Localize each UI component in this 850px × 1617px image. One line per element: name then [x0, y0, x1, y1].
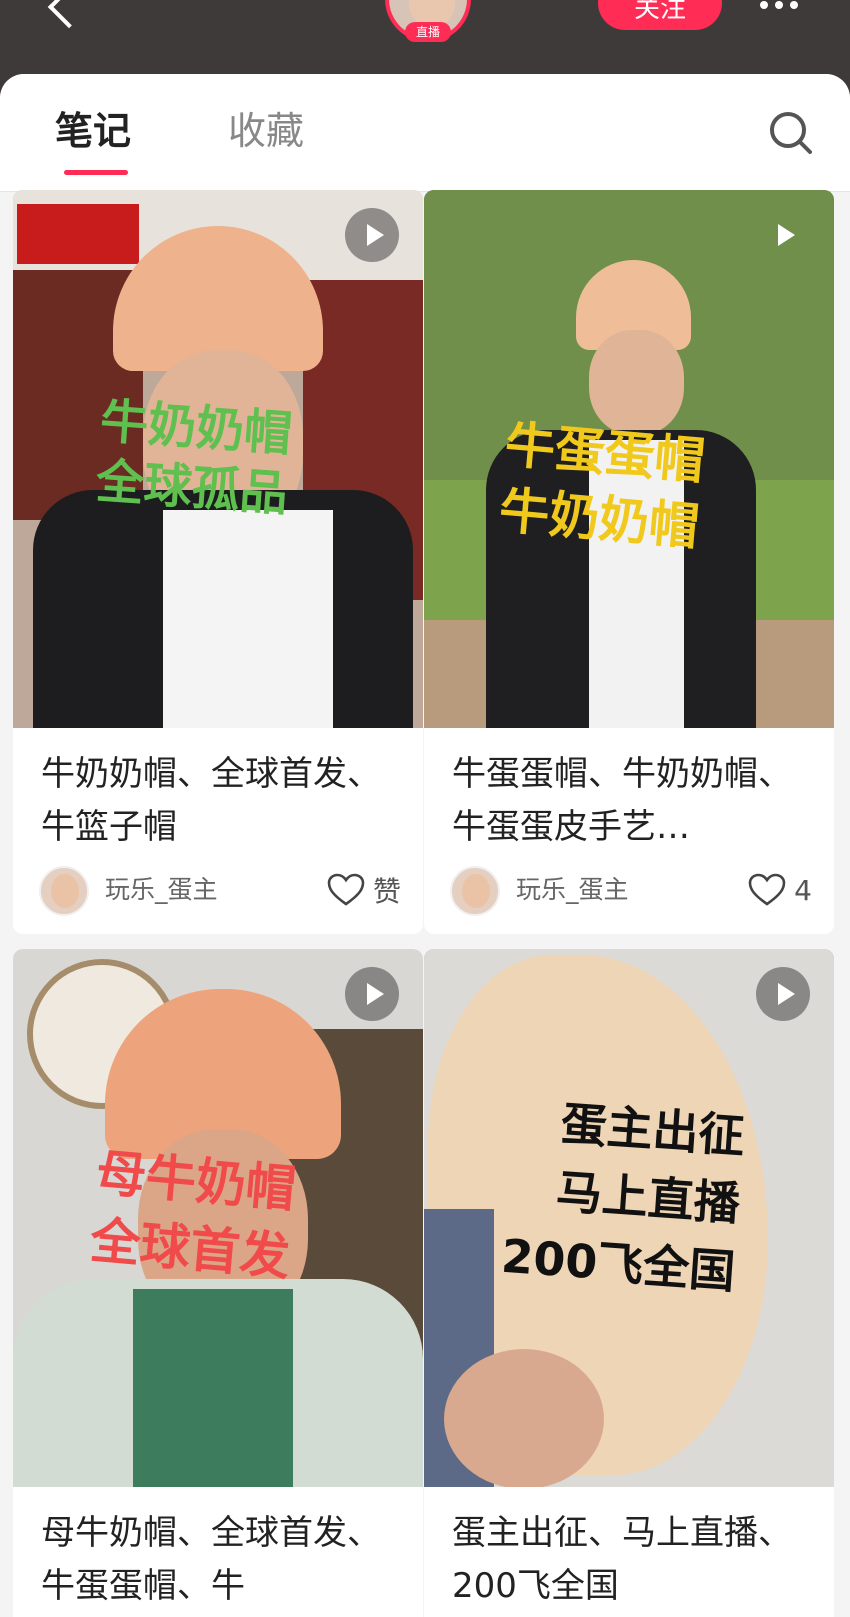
- note-title: 牛蛋蛋帽、牛奶奶帽、牛蛋蛋皮手艺…: [452, 754, 792, 847]
- note-cover-image: 牛蛋蛋帽 牛奶奶帽: [424, 190, 834, 728]
- note-card[interactable]: 母牛奶帽 全球首发 母牛奶帽、全球首发、牛蛋蛋帽、牛: [13, 949, 423, 1617]
- active-tab-indicator: [64, 170, 128, 175]
- note-card[interactable]: 蛋主出征 马上直播 200飞全国 蛋主出征、马上直播、200飞全国: [424, 949, 834, 1617]
- play-icon: [756, 967, 810, 1021]
- author-avatar: [39, 866, 89, 916]
- tab-collections[interactable]: 收藏: [228, 106, 304, 156]
- search-icon[interactable]: [768, 110, 814, 156]
- note-card[interactable]: 牛蛋蛋帽 牛奶奶帽 牛蛋蛋帽、牛奶奶帽、牛蛋蛋皮手艺… 玩乐_蛋主 4: [424, 190, 834, 934]
- play-icon: [345, 208, 399, 262]
- like-count: 4: [794, 873, 812, 907]
- cover-overlay-text: 母牛奶帽 全球首发: [87, 1143, 299, 1287]
- content-sheet: 笔记 收藏 牛奶奶帽 全球孤品 牛奶奶帽、全球首发、牛篮子帽 玩乐_蛋主 赞 牛…: [0, 74, 850, 1617]
- like-button[interactable]: 4: [748, 870, 812, 910]
- more-dots-icon: [760, 1, 768, 9]
- more-button[interactable]: [760, 0, 810, 9]
- follow-button[interactable]: 关注: [598, 0, 722, 30]
- note-title: 母牛奶帽、全球首发、牛蛋蛋帽、牛: [41, 1513, 381, 1606]
- author-name[interactable]: 玩乐_蛋主: [516, 874, 629, 906]
- author-avatar: [450, 866, 500, 916]
- cover-overlay-text: 牛奶奶帽 全球孤品: [94, 393, 294, 523]
- live-badge: 直播: [405, 22, 451, 42]
- note-cover-image: 母牛奶帽 全球首发: [13, 949, 423, 1487]
- heart-outline-icon: [748, 873, 786, 906]
- like-count: 赞: [372, 875, 401, 908]
- author-name[interactable]: 玩乐_蛋主: [105, 874, 218, 906]
- live-avatar[interactable]: 直播: [385, 0, 471, 42]
- like-button[interactable]: 赞: [327, 870, 401, 910]
- back-button[interactable]: [40, 0, 90, 40]
- play-icon: [345, 967, 399, 1021]
- note-cover-image: 牛奶奶帽 全球孤品: [13, 190, 423, 728]
- tab-notes[interactable]: 笔记: [55, 106, 131, 156]
- note-card[interactable]: 牛奶奶帽 全球孤品 牛奶奶帽、全球首发、牛篮子帽 玩乐_蛋主 赞: [13, 190, 423, 934]
- cover-overlay-text: 蛋主出征 马上直播 200飞全国: [499, 1096, 747, 1299]
- note-title: 蛋主出征、马上直播、200飞全国: [452, 1513, 792, 1606]
- note-cover-image: 蛋主出征 马上直播 200飞全国: [424, 949, 834, 1487]
- note-title: 牛奶奶帽、全球首发、牛篮子帽: [41, 754, 381, 847]
- heart-outline-icon: [327, 873, 365, 906]
- cover-overlay-text: 牛蛋蛋帽 牛奶奶帽: [496, 415, 708, 557]
- tab-bar: 笔记 收藏: [0, 74, 850, 192]
- play-icon: [756, 208, 810, 262]
